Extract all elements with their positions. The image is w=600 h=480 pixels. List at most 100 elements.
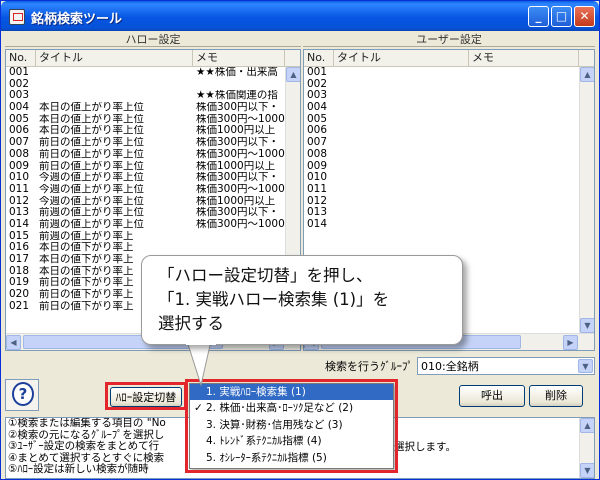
callout-pointer — [186, 341, 212, 387]
row-no: 002 — [307, 78, 328, 90]
app-icon — [9, 9, 25, 25]
row-no: 013 — [9, 207, 30, 219]
row-no: 006 — [9, 125, 30, 137]
callout-pointer-join — [186, 341, 216, 345]
table-row[interactable]: 010 今週の値上がり率上位 株価300円以下・ — [6, 172, 300, 184]
scroll-up-icon[interactable]: ▲ — [286, 67, 300, 82]
table-row[interactable]: 011 今週の値上がり率上位 株価300円～1000 — [6, 184, 300, 196]
table-row[interactable]: 007 — [304, 137, 594, 149]
table-row[interactable]: 009 — [304, 161, 594, 173]
row-title: 前週の値上がり率上位 — [39, 207, 144, 219]
table-row[interactable]: 010 — [304, 172, 594, 184]
column-memo[interactable]: メモ — [193, 50, 285, 66]
row-no: 012 — [307, 195, 328, 207]
table-row[interactable]: 005 — [304, 114, 594, 126]
callout-line-1: 「ハロー設定切替」を押し、 — [158, 266, 373, 285]
row-title: 本日の値上がり率上位 — [39, 102, 144, 114]
row-no: 020 — [9, 289, 30, 301]
row-no: 014 — [307, 218, 328, 230]
row-no: 007 — [9, 137, 30, 149]
row-no: 007 — [307, 137, 328, 149]
table-row[interactable]: 004 本日の値上がり率上位 株価300円以下・ — [6, 102, 300, 114]
group-select-value: 010:全銘柄 — [421, 360, 479, 373]
row-no: 017 — [9, 254, 30, 265]
table-row[interactable]: 008 前日の値上がり率上位 株価300円～1000 — [6, 149, 300, 161]
row-no: 002 — [9, 78, 30, 90]
delete-button[interactable]: 削除 — [529, 385, 583, 407]
list-header: No. タイトル メモ — [6, 50, 300, 67]
row-no: 018 — [9, 265, 30, 277]
instruction-tail: 選択します。 — [394, 441, 456, 453]
table-row[interactable]: 005 本日の値上がり率上位 株価300円～1000 — [6, 114, 300, 126]
help-button[interactable]: ? — [5, 379, 39, 411]
table-row[interactable]: 003 — [304, 90, 594, 102]
scroll-down-icon[interactable]: ▼ — [580, 463, 594, 478]
table-row[interactable]: 006 — [304, 125, 594, 137]
column-title[interactable]: タイトル — [334, 50, 469, 66]
row-title: 今週の値上がり率上位 — [39, 195, 144, 207]
vertical-scrollbar[interactable]: ▲ ▼ — [579, 67, 594, 333]
chevron-down-icon[interactable]: ▼ — [578, 359, 593, 373]
scroll-left-icon[interactable]: ◀ — [6, 335, 21, 350]
scroll-right-icon[interactable]: ▶ — [563, 335, 578, 350]
row-no: 021 — [9, 300, 30, 312]
row-title: 前週の値上がり率上 — [39, 230, 134, 242]
table-row[interactable]: 013 — [304, 207, 594, 219]
row-no: 015 — [9, 230, 30, 242]
table-row[interactable]: 008 — [304, 149, 594, 161]
column-memo[interactable]: メモ — [469, 50, 579, 66]
vertical-scrollbar[interactable]: ▲ ▼ — [579, 418, 594, 478]
scroll-up-icon[interactable]: ▲ — [580, 67, 594, 82]
column-no[interactable]: No. — [304, 50, 334, 66]
table-row[interactable]: 011 — [304, 184, 594, 196]
table-row[interactable]: 001 ★★株価・出来高 — [6, 67, 300, 79]
row-title: 本日の値上がり率上位 — [39, 125, 144, 137]
window-title: 銘柄検索ツール — [31, 12, 123, 27]
column-title[interactable]: タイトル — [36, 50, 193, 66]
row-title: 本日の値上がり率上位 — [39, 113, 144, 125]
column-no[interactable]: No. — [6, 50, 36, 66]
table-row[interactable]: 013 前週の値上がり率上位 株価300円以下・ — [6, 207, 300, 219]
table-row[interactable]: 016 本日の値下がり率上 — [6, 242, 300, 254]
close-button[interactable]: ✕ — [574, 6, 595, 27]
table-row[interactable]: 012 — [304, 196, 594, 208]
table-row[interactable]: 009 前日の値上がり率上位 株価1000円以上 — [6, 161, 300, 173]
table-row[interactable]: 014 前週の値上がり率上位 株価300円～1000 — [6, 219, 300, 231]
row-no: 001 — [9, 67, 30, 78]
row-title: 前日の値上がり率上位 — [39, 160, 144, 172]
minimize-button[interactable]: _ — [528, 6, 549, 27]
table-row[interactable]: 014 — [304, 219, 594, 231]
maximize-button[interactable]: □ — [551, 6, 572, 27]
row-memo: 株価300円以下・ — [196, 137, 280, 149]
panel-heading: ハロー設定 — [5, 33, 301, 47]
row-memo: 株価300円～1000 — [196, 218, 285, 230]
call-button[interactable]: 呼出 — [459, 385, 525, 407]
row-no: 011 — [9, 183, 30, 195]
title-bar[interactable]: 銘柄検索ツール _ □ ✕ — [1, 1, 599, 31]
table-row[interactable]: 012 今週の値上がり率上位 株価1000円以上 — [6, 196, 300, 208]
row-memo: 株価1000円以上 — [196, 195, 276, 207]
scroll-up-icon[interactable]: ▲ — [580, 418, 594, 433]
table-row[interactable]: 015 前週の値上がり率上 — [6, 231, 300, 243]
group-select[interactable]: 010:全銘柄 ▼ — [417, 357, 595, 375]
row-no: 019 — [9, 277, 30, 289]
table-row[interactable]: 001 — [304, 67, 594, 79]
row-no: 011 — [307, 183, 328, 195]
row-no: 009 — [9, 160, 30, 172]
callout-line-2: 「1. 実戦ハロー検索集 (1)」を — [158, 290, 390, 309]
table-row[interactable]: 007 前日の値上がり率上位 株価300円以下・ — [6, 137, 300, 149]
table-row[interactable]: 006 本日の値上がり率上位 株価1000円以上 — [6, 125, 300, 137]
row-no: 012 — [9, 195, 30, 207]
scroll-down-icon[interactable]: ▼ — [580, 318, 594, 333]
row-no: 010 — [307, 172, 328, 184]
table-row[interactable]: 003 ★★株価関連の指 — [6, 90, 300, 102]
table-row[interactable]: 002 — [304, 79, 594, 91]
row-memo: ★★株価・出来高 — [196, 67, 278, 78]
row-no: 008 — [307, 148, 328, 160]
row-memo: 株価300円～1000 — [196, 113, 285, 125]
row-no: 003 — [307, 90, 328, 102]
table-row[interactable]: 002 — [6, 79, 300, 91]
table-row[interactable]: 004 — [304, 102, 594, 114]
row-memo: 株価1000円以上 — [196, 125, 276, 137]
help-icon: ? — [12, 382, 34, 406]
